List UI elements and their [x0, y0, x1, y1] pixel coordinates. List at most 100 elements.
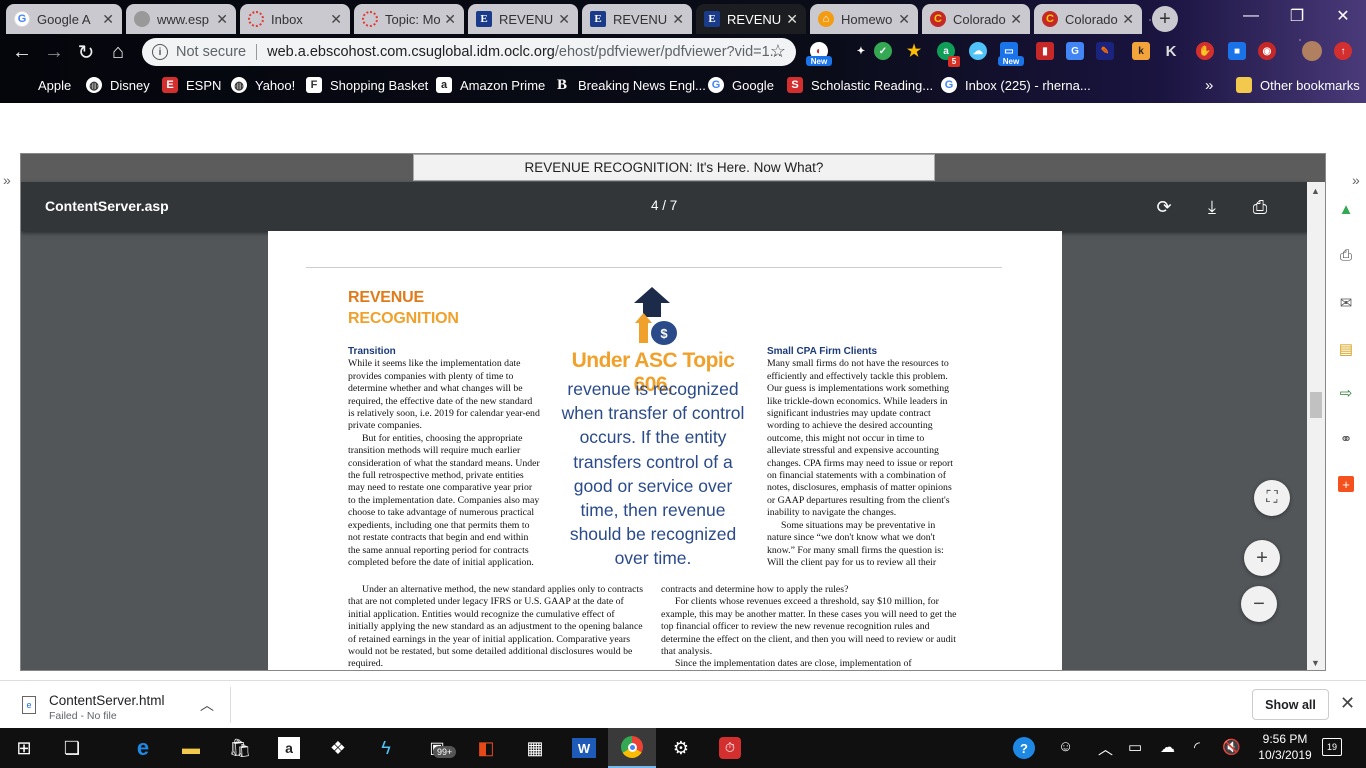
- close-icon[interactable]: ✕: [1340, 693, 1355, 714]
- help-icon[interactable]: ?: [1013, 737, 1035, 759]
- home-button[interactable]: ⌂: [104, 38, 132, 66]
- bookmark-inbox[interactable]: G Inbox (225) - rherna...: [941, 76, 1091, 94]
- dropbox-icon[interactable]: ❖: [314, 728, 362, 768]
- close-icon[interactable]: ✕: [558, 11, 570, 28]
- pen-extension-icon[interactable]: ✎: [1096, 42, 1114, 60]
- task-view-icon[interactable]: ❏: [48, 728, 96, 768]
- red-extension-icon[interactable]: ◉: [1258, 42, 1276, 60]
- download-icon[interactable]: ⤓: [1198, 193, 1226, 221]
- rotate-icon[interactable]: ⟳: [1150, 193, 1178, 221]
- chrome-icon[interactable]: [608, 728, 656, 768]
- tab-revenue-active[interactable]: E REVENU ✕: [696, 4, 806, 34]
- file-explorer-icon[interactable]: ▬: [167, 728, 215, 768]
- add-icon[interactable]: +: [1338, 476, 1354, 492]
- zoom-out-button[interactable]: −: [1241, 586, 1277, 622]
- lightning-icon[interactable]: ϟ: [362, 728, 410, 768]
- k-extension-icon[interactable]: k: [1132, 42, 1150, 60]
- book-extension-icon[interactable]: ▮: [1036, 42, 1054, 60]
- close-icon[interactable]: ✕: [102, 11, 114, 28]
- cloud-extension-icon[interactable]: ☁: [969, 42, 987, 60]
- k-alt-extension-icon[interactable]: K: [1162, 42, 1180, 60]
- info-icon[interactable]: i: [152, 44, 168, 60]
- close-icon[interactable]: ✕: [786, 11, 798, 28]
- export-icon[interactable]: ⇨: [1336, 384, 1356, 402]
- email-icon[interactable]: ✉: [1336, 294, 1356, 312]
- scroll-thumb[interactable]: [1310, 392, 1322, 418]
- avatar[interactable]: [1302, 41, 1322, 61]
- bookmark-google[interactable]: G Google: [708, 76, 774, 94]
- zoom-in-button[interactable]: +: [1244, 540, 1280, 576]
- windows-start-icon[interactable]: ⊞: [0, 728, 48, 768]
- update-icon[interactable]: ↑: [1334, 42, 1352, 60]
- note-icon[interactable]: ▤: [1336, 340, 1356, 358]
- bookmark-scholastic[interactable]: S Scholastic Reading...: [787, 76, 933, 94]
- print-icon[interactable]: ⎙: [1336, 246, 1356, 264]
- tab-topic[interactable]: Topic: Mo ✕: [354, 4, 464, 34]
- tab-colorado-1[interactable]: C Colorado ✕: [922, 4, 1030, 34]
- expand-left-icon[interactable]: »: [3, 172, 11, 188]
- shield-icon[interactable]: ✓: [874, 42, 892, 60]
- store-icon[interactable]: 🛍: [216, 728, 264, 768]
- word-icon[interactable]: W: [560, 728, 608, 768]
- amazon-icon[interactable]: a: [265, 728, 313, 768]
- bookmark-star-icon[interactable]: ☆: [770, 41, 786, 62]
- battery-icon[interactable]: ▭: [1128, 738, 1142, 756]
- tab-revenue-1[interactable]: E REVENUE ✕: [468, 4, 578, 34]
- address-bar[interactable]: i Not secure web.a.ebscohost.com.csuglob…: [142, 38, 796, 66]
- show-all-button[interactable]: Show all: [1252, 689, 1329, 720]
- chevron-up-icon[interactable]: ︿: [1098, 738, 1113, 759]
- scroll-up-icon[interactable]: ▲: [1311, 186, 1320, 196]
- notification-center-icon[interactable]: 19: [1322, 738, 1342, 756]
- docs-extension-icon[interactable]: G: [1066, 42, 1084, 60]
- close-icon[interactable]: ✕: [1010, 11, 1022, 28]
- other-bookmarks-folder[interactable]: Other bookmarks: [1236, 76, 1360, 94]
- people-icon[interactable]: ☺: [1058, 738, 1073, 755]
- tab-revenue-2[interactable]: E REVENUE ✕: [582, 4, 692, 34]
- bookmark-disney[interactable]: ◍ Disney: [86, 76, 150, 94]
- back-button[interactable]: ←: [8, 38, 36, 66]
- sparkle-icon[interactable]: ✦: [852, 42, 870, 60]
- close-icon[interactable]: ✕: [444, 11, 456, 28]
- restore-button[interactable]: ❐: [1274, 0, 1320, 32]
- close-icon[interactable]: ✕: [330, 11, 342, 28]
- adblock-icon[interactable]: ✋: [1196, 42, 1214, 60]
- tab-inbox[interactable]: Inbox ✕: [240, 4, 350, 34]
- bookmark-yahoo[interactable]: ◍ Yahoo!: [231, 76, 295, 94]
- tab-google[interactable]: G Google A ✕: [6, 4, 122, 34]
- red-app-icon[interactable]: ⏱: [706, 728, 754, 768]
- print-icon[interactable]: ⎙: [1246, 193, 1274, 221]
- clock[interactable]: 9:56 PM 10/3/2019: [1252, 731, 1318, 763]
- office-icon[interactable]: ◧: [462, 728, 510, 768]
- close-icon[interactable]: ✕: [898, 11, 910, 28]
- bookmark-espn[interactable]: E ESPN: [162, 76, 221, 94]
- close-icon[interactable]: ✕: [1122, 11, 1134, 28]
- settings-icon[interactable]: ⚙: [657, 728, 705, 768]
- wifi-icon[interactable]: ◜: [1194, 738, 1200, 756]
- close-icon[interactable]: ✕: [216, 11, 228, 28]
- volume-muted-icon[interactable]: 🔇: [1222, 738, 1241, 756]
- store-badge-icon[interactable]: ▣ 99+: [413, 728, 461, 768]
- pdf-scrollbar[interactable]: ▲ ▼: [1307, 182, 1325, 670]
- close-icon[interactable]: ✕: [672, 11, 684, 28]
- bookmark-breaking-news[interactable]: B Breaking News Engl...: [554, 76, 706, 94]
- expand-right-icon[interactable]: »: [1352, 172, 1360, 188]
- download-file-name[interactable]: ContentServer.html: [49, 693, 165, 708]
- tab-espn[interactable]: www.esp ✕: [126, 4, 236, 34]
- new-tab-button[interactable]: +: [1152, 6, 1178, 32]
- bookmark-apple[interactable]: Apple: [16, 76, 71, 94]
- bookmark-amazon-prime[interactable]: a Amazon Prime: [436, 76, 545, 94]
- scroll-down-icon[interactable]: ▼: [1311, 658, 1320, 668]
- chevron-up-icon[interactable]: ︿: [200, 695, 214, 715]
- star-extension-icon[interactable]: ★: [905, 42, 923, 60]
- forward-button[interactable]: →: [40, 38, 68, 66]
- fit-to-page-button[interactable]: ⛶: [1254, 480, 1290, 516]
- drive-icon[interactable]: ▲: [1336, 200, 1356, 218]
- bookmark-shopping-basket[interactable]: F Shopping Basket: [306, 76, 428, 94]
- link-icon[interactable]: ⚭: [1336, 430, 1356, 448]
- window-close-button[interactable]: ✕: [1320, 0, 1366, 32]
- blue-extension-icon[interactable]: ■: [1228, 42, 1246, 60]
- bookmarks-overflow-button[interactable]: »: [1205, 76, 1213, 94]
- minimize-button[interactable]: —: [1228, 0, 1274, 32]
- tab-homework[interactable]: ⌂ Homewo ✕: [810, 4, 918, 34]
- tab-colorado-2[interactable]: C Colorado ✕: [1034, 4, 1142, 34]
